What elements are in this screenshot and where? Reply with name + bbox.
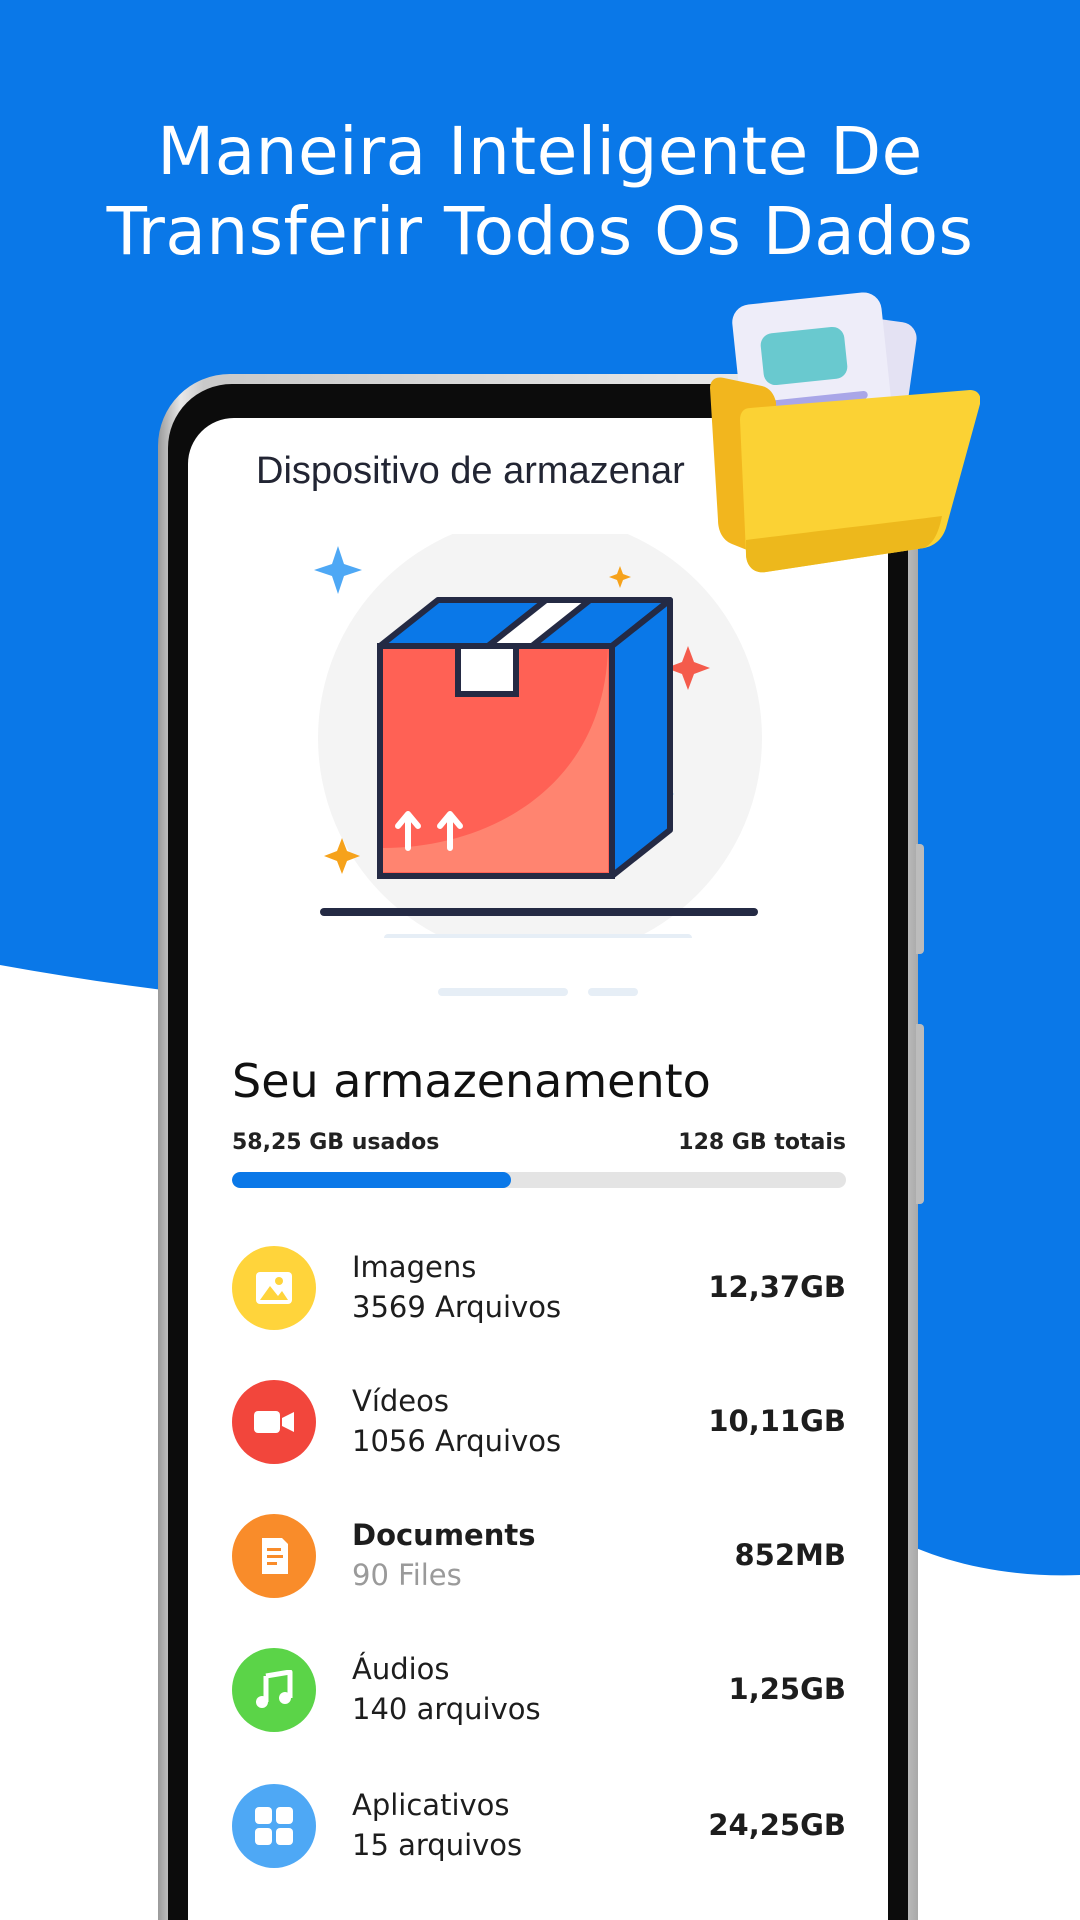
phone-screen: Dispositivo de armazenar Seu armazenamen… [188, 418, 888, 1920]
category-size: 24,25GB [708, 1808, 846, 1842]
category-images[interactable]: Imagens 3569 Arquivos 12,37GB [232, 1246, 846, 1330]
category-size: 1,25GB [728, 1672, 846, 1706]
volume-up-button [916, 844, 924, 954]
document-icon [232, 1514, 316, 1598]
folder-icon [710, 292, 980, 573]
headline-line-1: Maneira Inteligente De [157, 113, 923, 190]
category-count: 15 arquivos [352, 1828, 523, 1862]
promo-page: Maneira Inteligente De Transferir Todos … [0, 0, 1080, 1920]
category-name: Documents [352, 1518, 536, 1552]
package-illustration [308, 518, 768, 938]
category-count: 140 arquivos [352, 1692, 541, 1726]
category-name: Vídeos [352, 1384, 449, 1418]
category-audios[interactable]: Áudios 140 arquivos 1,25GB [232, 1648, 846, 1732]
category-count: 3569 Arquivos [352, 1290, 562, 1324]
category-count: 90 Files [352, 1558, 462, 1592]
category-count: 1056 Arquivos [352, 1424, 562, 1458]
headline: Maneira Inteligente De Transferir Todos … [0, 112, 1080, 272]
storage-title: Seu armazenamento [232, 1054, 711, 1108]
category-size: 10,11GB [708, 1404, 846, 1438]
used-storage-label: 58,25 GB usados [232, 1130, 440, 1155]
apps-grid-icon [232, 1784, 316, 1868]
music-note-icon [232, 1648, 316, 1732]
category-name: Áudios [352, 1652, 450, 1686]
screen-title: Dispositivo de armazenar [256, 450, 685, 492]
category-videos[interactable]: Vídeos 1056 Arquivos 10,11GB [232, 1380, 846, 1464]
category-size: 12,37GB [708, 1270, 846, 1304]
power-button [916, 1024, 924, 1204]
storage-progress-bar [232, 1172, 846, 1188]
category-documents[interactable]: Documents 90 Files 852MB [232, 1514, 846, 1598]
video-camera-icon [232, 1380, 316, 1464]
ground-shadow-line [588, 988, 638, 996]
image-icon [232, 1246, 316, 1330]
category-name: Aplicativos [352, 1788, 510, 1822]
headline-line-2: Transferir Todos Os Dados [106, 193, 974, 270]
category-apps[interactable]: Aplicativos 15 arquivos 24,25GB [232, 1784, 846, 1868]
ground-shadow-line [438, 988, 568, 996]
total-storage-label: 128 GB totais [678, 1130, 846, 1155]
storage-progress-fill [232, 1172, 512, 1188]
category-size: 852MB [734, 1538, 847, 1572]
category-name: Imagens [352, 1250, 477, 1284]
